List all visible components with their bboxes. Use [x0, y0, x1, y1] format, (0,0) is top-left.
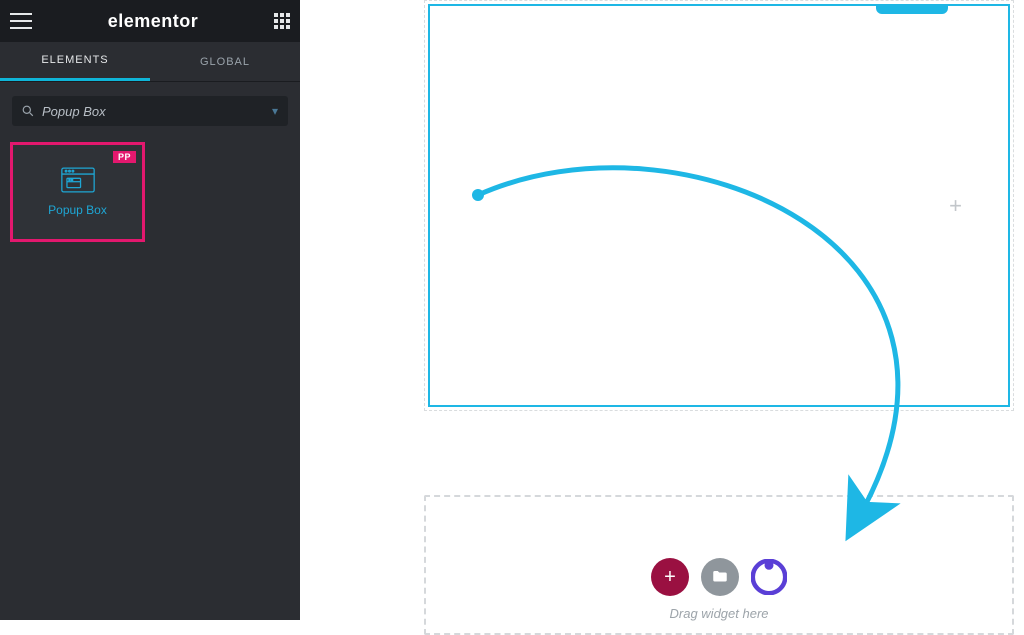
new-section-dropzone[interactable]: + Drag widget here: [424, 495, 1014, 635]
widget-popup-box[interactable]: PP Popup Box: [10, 142, 145, 242]
section-handle[interactable]: [876, 4, 948, 14]
dropzone-buttons: +: [651, 558, 787, 596]
widget-label: Popup Box: [48, 203, 107, 217]
brand-logo: elementor: [32, 11, 274, 32]
plus-icon: +: [664, 566, 676, 589]
widget-grid: PP Popup Box: [0, 136, 300, 248]
search-input[interactable]: [42, 104, 272, 119]
widget-badge: PP: [113, 151, 136, 163]
section-dashed[interactable]: +: [424, 0, 1014, 411]
apps-grid-icon[interactable]: [274, 13, 290, 29]
template-library-button[interactable]: [701, 558, 739, 596]
add-column-icon[interactable]: +: [949, 193, 962, 219]
editor-canvas: + + Drag widget here: [300, 0, 1024, 620]
menu-icon[interactable]: [10, 13, 32, 29]
chevron-down-icon[interactable]: ▾: [272, 104, 278, 118]
search-row: ▾: [0, 82, 300, 136]
tab-elements[interactable]: ELEMENTS: [0, 42, 150, 81]
folder-icon: [711, 568, 729, 586]
section-active[interactable]: +: [428, 4, 1010, 407]
search-box[interactable]: ▾: [12, 96, 288, 126]
popup-box-icon: [61, 167, 95, 193]
powerpack-logo-icon[interactable]: [751, 559, 787, 595]
search-icon: [22, 105, 34, 117]
elementor-sidebar: elementor ELEMENTS GLOBAL ▾ PP: [0, 0, 300, 620]
add-section-button[interactable]: +: [651, 558, 689, 596]
panel-tabs: ELEMENTS GLOBAL: [0, 42, 300, 82]
tab-global[interactable]: GLOBAL: [150, 42, 300, 81]
dropzone-hint: Drag widget here: [670, 606, 769, 621]
sidebar-header: elementor: [0, 0, 300, 42]
section-outer: +: [424, 0, 1014, 411]
